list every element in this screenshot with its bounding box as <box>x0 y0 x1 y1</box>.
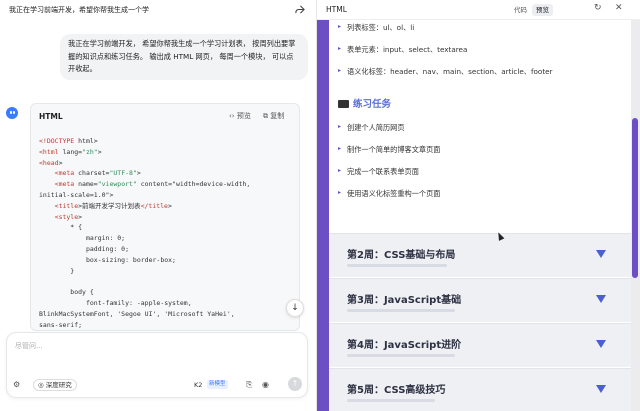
globe-icon[interactable]: ◉ <box>262 380 269 389</box>
expand-triangle-icon <box>596 295 606 303</box>
tab-preview[interactable]: 预览 <box>532 4 553 16</box>
laptop-icon <box>338 100 349 108</box>
expand-triangle-icon <box>596 385 606 393</box>
code-block-header: HTML ‹› 预览 ⧉ 复制 <box>31 104 299 128</box>
preview-title: HTML <box>326 5 347 14</box>
send-icon: ↑ <box>291 379 299 388</box>
code-line: BlinkMacSystemFont, 'Segoe UI', 'Microso… <box>39 309 235 318</box>
preview-pane: HTML 代码 预览 ↻ ✕ 列表标签：ul、ol、li 表单元素：input、… <box>317 0 640 411</box>
code-line: } <box>39 266 75 275</box>
close-icon[interactable]: ✕ <box>615 3 623 13</box>
code-line: margin: 0; <box>39 234 126 243</box>
code-block: HTML ‹› 预览 ⧉ 复制 <!DOCTYPE html> <html lan… <box>30 103 300 331</box>
research-icon: ◎ <box>38 381 44 389</box>
tab-code[interactable]: 代码 <box>510 4 531 16</box>
user-message: 我正在学习前端开发， 希望你帮我生成一个学习计划表， 按周列出要掌握的知识点和练… <box>60 34 308 80</box>
list-item: 列表标签：ul、ol、li <box>338 23 414 33</box>
list-item: 表单元素：input、select、textarea <box>338 45 467 55</box>
week-5-header[interactable]: 第5周：CSS高级技巧 <box>329 368 631 411</box>
week-2-header[interactable]: 第2周：CSS基础与布局 <box>329 233 631 277</box>
list-item: 制作一个简单的博客文章页面 <box>338 145 440 155</box>
deep-research-label: 深度研究 <box>45 381 72 389</box>
code-line: <style> <box>54 212 83 221</box>
attach-icon[interactable]: ⎘ <box>246 380 252 390</box>
week-4-header[interactable]: 第4周：JavaScript进阶 <box>329 323 631 367</box>
code-line: initial-scale=1.0"> <box>39 190 114 199</box>
week-title: 第2周：CSS基础与布局 <box>347 250 456 261</box>
deep-research-button[interactable]: ◎ 深度研究 <box>33 379 77 391</box>
refresh-icon[interactable]: ↻ <box>594 3 602 13</box>
scroll-down-button[interactable]: ↓ <box>286 299 304 317</box>
list-item: 完成一个联系表单页面 <box>338 167 419 177</box>
code-line: * { <box>39 223 83 232</box>
send-button[interactable]: ↑ <box>288 377 302 391</box>
underline <box>347 354 455 357</box>
week-1-card: 列表标签：ul、ol、li 表单元素：input、select、textarea… <box>329 20 631 411</box>
list-item: 创建个人简历网页 <box>338 123 404 133</box>
code-line: <head> <box>39 158 63 167</box>
code-line: <html lang="zh"> <box>39 147 102 156</box>
code-line: box-sizing: border-box; <box>39 255 176 264</box>
copy-icon: ⧉ <box>263 112 268 120</box>
chat-input-placeholder: 尽管问... <box>15 342 43 350</box>
model-name[interactable]: K2 <box>194 381 202 389</box>
task-section-title: 练习任务 <box>338 96 391 110</box>
code-line: font-family: -apple-system, <box>39 298 192 307</box>
code-preview-button[interactable]: ‹› 预览 <box>229 111 251 121</box>
code-line: <meta charset="UTF-8"> <box>54 169 141 178</box>
eye-icon: ‹› <box>229 112 235 120</box>
code-language-label: HTML <box>39 112 63 121</box>
chat-input[interactable]: 尽管问... ⚙ ◎ 深度研究 K2 新模型 ⎘ ◉ ↑ <box>6 332 308 398</box>
code-content: <!DOCTYPE html> <html lang="zh"> <head> <m… <box>39 136 297 330</box>
underline <box>347 309 455 312</box>
code-line: <!DOCTYPE html> <box>39 137 98 145</box>
arrow-down-icon: ↓ <box>291 303 299 313</box>
week-title: 第4周：JavaScript进阶 <box>347 340 462 351</box>
code-line: padding: 0; <box>39 244 130 253</box>
week-title: 第3周：JavaScript基础 <box>347 295 462 306</box>
code-line: body { <box>39 288 94 297</box>
expand-triangle-icon <box>596 340 606 348</box>
share-icon[interactable] <box>294 4 305 15</box>
scrollbar-thumb[interactable] <box>632 118 638 278</box>
list-item: 语义化标签：header、nav、main、section、article、fo… <box>338 67 552 77</box>
underline <box>347 399 435 402</box>
task-section-label: 练习任务 <box>353 99 392 110</box>
code-line: <meta name="viewport" content="width=dev… <box>54 180 251 189</box>
expand-triangle-icon <box>596 250 606 258</box>
assistant-avatar <box>6 107 18 119</box>
preview-header: HTML 代码 预览 ↻ ✕ <box>317 0 640 20</box>
preview-page: 列表标签：ul、ol、li 表单元素：input、select、textarea… <box>317 20 631 411</box>
code-copy-label: 复制 <box>270 112 285 120</box>
chat-pane: 我正在学习前端开发，希望你帮我生成一个学 我正在学习前端开发， 希望你帮我生成一… <box>0 0 316 411</box>
code-preview-label: 预览 <box>236 112 251 120</box>
code-copy-button[interactable]: ⧉ 复制 <box>263 111 284 121</box>
underline <box>347 264 447 267</box>
model-badge: 新模型 <box>207 380 228 389</box>
list-item: 使用语义化标签重构一个页面 <box>338 189 440 199</box>
week-3-header[interactable]: 第3周：JavaScript基础 <box>329 278 631 322</box>
code-line: sans-serif; <box>39 320 83 329</box>
chat-title[interactable]: 我正在学习前端开发，希望你帮我生成一个学 <box>9 5 279 16</box>
week-title: 第5周：CSS高级技巧 <box>347 385 446 396</box>
code-line: <title>前端开发学习计划表</title> <box>54 201 172 210</box>
tools-icon[interactable]: ⚙ <box>13 380 23 390</box>
